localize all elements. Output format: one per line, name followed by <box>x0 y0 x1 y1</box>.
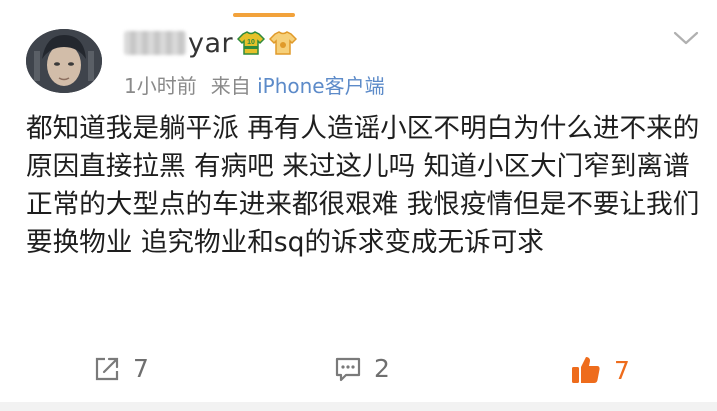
share-count: 7 <box>133 354 149 383</box>
post-time: 1小时前 <box>124 74 197 98</box>
thumbs-up-icon <box>572 357 600 383</box>
like-button[interactable]: 7 <box>570 354 630 386</box>
bottom-divider <box>0 402 717 411</box>
username-blurred-part <box>124 31 186 55</box>
avatar[interactable] <box>26 29 102 93</box>
top-accent-bar <box>233 13 295 17</box>
post-content: 都知道我是躺平派 再有人造谣小区不明白为什么进不来的原因直接拉黑 有病吧 来过这… <box>26 113 700 258</box>
chevron-down-icon[interactable] <box>672 28 700 48</box>
comment-button[interactable]: 2 <box>334 354 390 383</box>
share-icon <box>95 357 119 380</box>
like-count: 7 <box>614 355 630 385</box>
football-jersey-badge-icon[interactable]: 10 <box>237 31 266 55</box>
svg-text:10: 10 <box>247 39 255 46</box>
post-source-link[interactable]: iPhone客户端 <box>257 74 385 98</box>
comment-icon <box>335 357 361 381</box>
comment-count: 2 <box>374 354 390 383</box>
shirt-badge-icon[interactable] <box>269 31 298 55</box>
from-label: 来自 <box>210 74 251 98</box>
action-bar: 7 2 7 <box>0 350 717 390</box>
username-row[interactable]: yar 10 <box>124 26 298 60</box>
username[interactable]: yar <box>188 28 233 59</box>
avatar-photo-icon <box>26 29 102 93</box>
post-meta: 1小时前 来自 iPhone客户端 <box>124 70 385 99</box>
share-button[interactable]: 7 <box>93 354 149 383</box>
